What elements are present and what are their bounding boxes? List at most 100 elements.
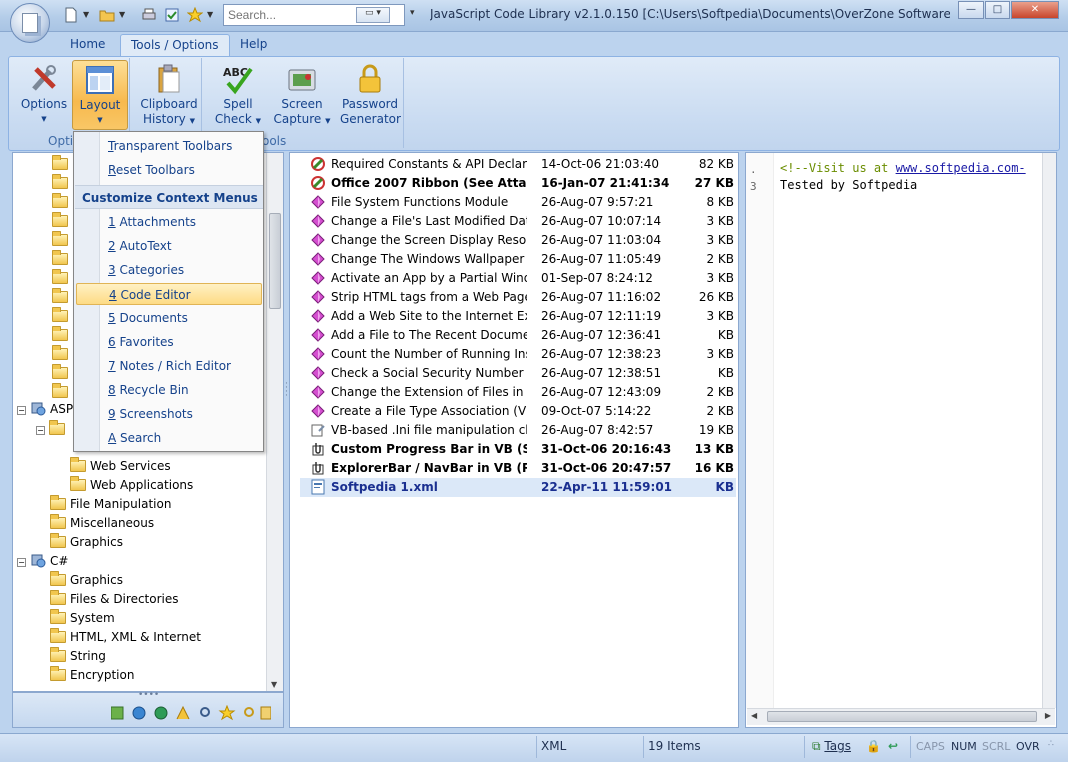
snippet-row[interactable]: Create a File Type Association (VB6) 09-O… xyxy=(300,402,736,421)
snippet-name: Change the Screen Display Resolution xyxy=(331,233,527,247)
tree-folder[interactable] xyxy=(52,269,72,288)
scroll-down-icon[interactable]: ▼ xyxy=(271,680,277,689)
menu-item-categories[interactable]: 3 Categories xyxy=(104,259,260,281)
splitter-grip-icon[interactable]: •••• xyxy=(138,690,159,700)
checklist-icon[interactable] xyxy=(163,6,181,24)
snippet-row[interactable]: Softpedia 1.xml 22-Apr-11 11:59:01 KB xyxy=(300,478,736,497)
options-button[interactable]: Options ▼ xyxy=(16,60,72,130)
tree-folder[interactable] xyxy=(52,307,72,326)
snippet-row[interactable]: Custom Progress Bar in VB (See Att 31-Oct… xyxy=(300,440,736,459)
search-options-button[interactable]: ▭ ▾ xyxy=(356,7,390,23)
snippet-row[interactable]: File System Functions Module 26-Aug-07 9:… xyxy=(300,193,736,212)
minimize-button[interactable]: — xyxy=(958,1,984,19)
tree-node-asp-child[interactable]: − xyxy=(36,420,69,439)
open-dropdown-icon[interactable]: ▼ xyxy=(119,10,125,19)
tree-folder[interactable] xyxy=(52,288,72,307)
tree-folder[interactable] xyxy=(52,212,72,231)
snippet-row[interactable]: ExplorerBar / NavBar in VB (Project 31-Oc… xyxy=(300,459,736,478)
tab-home[interactable]: Home xyxy=(60,34,115,56)
snippet-row[interactable]: Office 2007 Ribbon (See Attachme 16-Jan-0… xyxy=(300,174,736,193)
tree-folder[interactable] xyxy=(52,174,72,193)
print-icon[interactable] xyxy=(140,6,158,24)
tree-folder-file-manipulation[interactable]: File Manipulation xyxy=(50,495,171,514)
collapse-icon[interactable]: − xyxy=(36,426,45,435)
new-file-icon[interactable] xyxy=(62,6,80,24)
scrollbar-thumb[interactable] xyxy=(767,711,1037,722)
tree-folder[interactable] xyxy=(52,193,72,212)
code-vertical-scrollbar[interactable] xyxy=(1042,153,1056,708)
menu-item-screenshots[interactable]: 9 Screenshots xyxy=(104,403,260,425)
word-wrap-icon[interactable]: ↩ xyxy=(888,737,898,756)
code-link[interactable]: www.softpedia.com- xyxy=(896,161,1026,175)
tab-help[interactable]: Help xyxy=(230,34,277,56)
tree-folder[interactable] xyxy=(52,250,72,269)
open-folder-icon[interactable] xyxy=(98,6,116,24)
tree-folder-web-services[interactable]: Web Services xyxy=(70,457,171,476)
tree-folder-graphics[interactable]: Graphics xyxy=(50,533,123,552)
menu-item-reset-toolbars[interactable]: Reset Toolbars xyxy=(104,159,260,181)
tree-folder[interactable] xyxy=(52,364,72,383)
clipboard-history-button[interactable]: Clipboard History ▼ xyxy=(140,60,198,130)
spell-check-button[interactable]: ABC Spell Check ▼ xyxy=(212,60,264,130)
tree-folder-cs-files[interactable]: Files & Directories xyxy=(50,590,179,609)
snippet-row[interactable]: Change The Windows Wallpaper 26-Aug-07 11… xyxy=(300,250,736,269)
tree-folder[interactable] xyxy=(52,326,72,345)
password-generator-button[interactable]: Password Generator xyxy=(340,60,401,130)
tags-button[interactable]: ⧉ Tags xyxy=(812,737,851,756)
close-button[interactable]: ✕ xyxy=(1011,1,1059,19)
tree-node-csharp[interactable]: − C# xyxy=(17,552,68,571)
snippet-row[interactable]: Count the Number of Running Instan 26-Aug… xyxy=(300,345,736,364)
resize-grip-icon[interactable]: ∴ xyxy=(1048,740,1054,749)
new-dropdown-icon[interactable]: ▼ xyxy=(83,10,89,19)
tab-tools-options[interactable]: Tools / Options xyxy=(120,34,230,56)
snippet-row[interactable]: Activate an App by a Partial Window 01-Se… xyxy=(300,269,736,288)
menu-item-recycle-bin[interactable]: 8 Recycle Bin xyxy=(104,379,260,401)
favorites-star-icon[interactable] xyxy=(186,6,204,24)
snippet-row[interactable]: Change a File's Last Modified Date St 26-… xyxy=(300,212,736,231)
favorites-dropdown-icon[interactable]: ▼ xyxy=(207,10,213,19)
tree-folder[interactable] xyxy=(52,345,72,364)
menu-item-code-editor[interactable]: 4 Code Editor xyxy=(76,283,262,305)
scrollbar-thumb[interactable] xyxy=(269,213,281,309)
menu-item-search[interactable]: A Search xyxy=(104,427,260,449)
snippet-row[interactable]: Change the Extension of Files in a Spe 26… xyxy=(300,383,736,402)
snippet-row[interactable]: Strip HTML tags from a Web Page an 26-Aug… xyxy=(300,288,736,307)
menu-item-documents[interactable]: 5 Documents xyxy=(104,307,260,329)
maximize-button[interactable]: □ xyxy=(985,1,1010,19)
snippet-row[interactable]: Add a File to The Recent Documents 26-Aug… xyxy=(300,326,736,345)
tree-vertical-scrollbar[interactable]: ▼ xyxy=(266,153,283,691)
tree-folder-web-applications[interactable]: Web Applications xyxy=(70,476,193,495)
tree-folder-cs-graphics[interactable]: Graphics xyxy=(50,571,123,590)
tree-folder-cs-system[interactable]: System xyxy=(50,609,115,628)
layout-button[interactable]: Layout ▼ xyxy=(72,60,128,130)
tree-folder-cs-encryption[interactable]: Encryption xyxy=(50,666,134,685)
menu-item-notes-rich-editor[interactable]: 7 Notes / Rich Editor xyxy=(104,355,260,377)
screen-capture-button[interactable]: Screen Capture ▼ xyxy=(272,60,332,130)
code-editor[interactable] xyxy=(745,152,1057,728)
snippet-row[interactable]: Required Constants & API Declarations 14-… xyxy=(300,155,736,174)
tree-folder[interactable] xyxy=(52,231,72,250)
tree-folder[interactable] xyxy=(52,155,72,174)
code-horizontal-scrollbar[interactable]: ◀ ▶ xyxy=(747,708,1055,725)
menu-item-transparent-toolbars[interactable]: Transparent Toolbars xyxy=(104,135,260,157)
scroll-left-icon[interactable]: ◀ xyxy=(751,711,757,720)
scroll-right-icon[interactable]: ▶ xyxy=(1045,711,1051,720)
lock-status-icon[interactable]: 🔒 xyxy=(866,737,881,756)
snippet-date: 31-Oct-06 20:47:57 xyxy=(541,461,672,475)
snippet-row[interactable]: Change the Screen Display Resolution 26-A… xyxy=(300,231,736,250)
code-text[interactable]: <!--Visit us at www.softpedia.com- Tested… xyxy=(780,160,1026,194)
tree-folder-miscellaneous[interactable]: Miscellaneous xyxy=(50,514,154,533)
snippet-row[interactable]: Check a Social Security Number for V 26-A… xyxy=(300,364,736,383)
snippet-row[interactable]: Add a Web Site to the Internet Explor 26-… xyxy=(300,307,736,326)
tree-node-asp[interactable]: − ASP xyxy=(17,400,73,419)
tree-folder-cs-string[interactable]: String xyxy=(50,647,106,666)
snippet-row[interactable]: VB-based .Ini file manipulation clas 26-A… xyxy=(300,421,736,440)
app-menu-button[interactable] xyxy=(10,3,50,43)
quick-access-customize-icon[interactable]: ▾ xyxy=(410,8,415,18)
tree-folder-cs-html[interactable]: HTML, XML & Internet xyxy=(50,628,201,647)
collapse-icon[interactable]: − xyxy=(17,558,26,567)
menu-item-autotext[interactable]: 2 AutoText xyxy=(104,235,260,257)
menu-item-attachments[interactable]: 1 Attachments xyxy=(104,211,260,233)
menu-item-favorites[interactable]: 6 Favorites xyxy=(104,331,260,353)
collapse-icon[interactable]: − xyxy=(17,406,26,415)
